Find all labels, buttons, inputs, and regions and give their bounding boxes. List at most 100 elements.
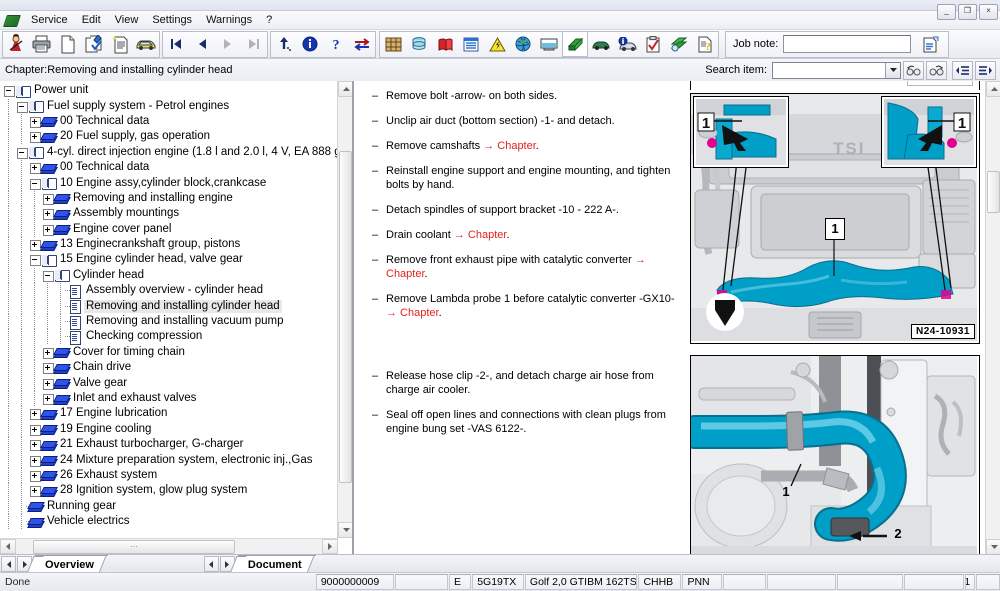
menu-item-help[interactable]: ? bbox=[259, 13, 279, 27]
tree-toggle-plus[interactable] bbox=[28, 406, 41, 421]
car-side-icon[interactable] bbox=[588, 31, 614, 57]
warning-triangle-icon[interactable] bbox=[484, 31, 510, 57]
tree-vertical-scrollbar[interactable] bbox=[337, 81, 352, 538]
green-book-icon[interactable] bbox=[562, 31, 588, 57]
vehicle-icon[interactable] bbox=[133, 31, 159, 57]
expand-all-icon[interactable] bbox=[975, 60, 996, 80]
tree-item[interactable]: 10 Engine assy,cylinder block,crankcase bbox=[0, 175, 338, 191]
menu-item-view[interactable]: View bbox=[108, 13, 146, 27]
previous-page-icon[interactable] bbox=[189, 31, 215, 57]
scroll-left-icon[interactable] bbox=[0, 539, 16, 554]
help-question-icon[interactable]: ? bbox=[323, 31, 349, 57]
red-book-icon[interactable] bbox=[432, 31, 458, 57]
document-vertical-scrollbar[interactable] bbox=[985, 81, 1000, 555]
document-help-icon[interactable]: ? bbox=[692, 31, 718, 57]
chapter-link[interactable]: → Chapter bbox=[483, 140, 536, 152]
info-icon[interactable] bbox=[297, 31, 323, 57]
car-info-icon[interactable] bbox=[614, 31, 640, 57]
tree-item[interactable]: 24 Mixture preparation system, electroni… bbox=[0, 452, 338, 468]
tree-item[interactable]: 28 Ignition system, glow plug system bbox=[0, 483, 338, 499]
search-input[interactable] bbox=[773, 62, 885, 78]
tree-item[interactable]: 00 Technical data bbox=[0, 113, 338, 129]
database-icon[interactable] bbox=[406, 31, 432, 57]
tree-item[interactable]: Removing and installing vacuum pump bbox=[0, 314, 338, 330]
scroll-up-icon[interactable] bbox=[338, 81, 352, 97]
search-backward-icon[interactable] bbox=[903, 60, 924, 80]
doc-scroll-thumb[interactable] bbox=[987, 171, 1000, 213]
globe-icon[interactable] bbox=[510, 31, 536, 57]
tree-toggle-plus[interactable] bbox=[28, 129, 41, 144]
chapter-link[interactable]: → Chapter bbox=[454, 229, 507, 241]
tree-item[interactable]: 20 Fuel supply, gas operation bbox=[0, 129, 338, 145]
green-layers-icon[interactable] bbox=[666, 31, 692, 57]
tree-scroll-thumb[interactable] bbox=[339, 151, 352, 483]
job-note-input[interactable] bbox=[783, 35, 912, 53]
doc-tab-prev-icon[interactable] bbox=[203, 556, 219, 572]
tree-item[interactable]: 00 Technical data bbox=[0, 160, 338, 176]
scroll-right-icon[interactable] bbox=[322, 539, 338, 554]
tree-toggle-plus[interactable] bbox=[28, 437, 41, 452]
menu-item-service[interactable]: Service bbox=[24, 13, 75, 27]
tree-item[interactable]: 4-cyl. direct injection engine (1.8 l an… bbox=[0, 144, 338, 160]
tree-item[interactable]: Power unit bbox=[0, 83, 338, 98]
tree-item[interactable]: Running gear bbox=[0, 498, 338, 514]
tree-toggle-plus[interactable] bbox=[41, 391, 54, 406]
tree-item[interactable]: 19 Engine cooling bbox=[0, 421, 338, 437]
search-combobox[interactable] bbox=[772, 61, 901, 79]
tree-item[interactable]: Cover for timing chain bbox=[0, 344, 338, 360]
next-page-icon[interactable] bbox=[215, 31, 241, 57]
last-page-icon[interactable] bbox=[241, 31, 267, 57]
new-document-icon[interactable] bbox=[55, 31, 81, 57]
tree-toggle-minus[interactable] bbox=[15, 99, 28, 114]
tree-toggle-minus[interactable] bbox=[41, 268, 54, 283]
tree-horizontal-scrollbar[interactable]: ⋯ bbox=[0, 538, 338, 554]
tree-item[interactable]: Cylinder head bbox=[0, 267, 338, 283]
close-button[interactable]: × bbox=[979, 4, 998, 20]
tree-toggle-plus[interactable] bbox=[28, 160, 41, 175]
clipboard-check-icon[interactable] bbox=[640, 31, 666, 57]
doc-scroll-down-icon[interactable] bbox=[986, 539, 1000, 555]
menu-item-edit[interactable]: Edit bbox=[75, 13, 108, 27]
scroll-down-icon[interactable] bbox=[338, 522, 352, 538]
document-list-icon[interactable] bbox=[107, 31, 133, 57]
tree-item[interactable]: Fuel supply system - Petrol engines bbox=[0, 98, 338, 114]
tree-item[interactable]: Assembly mountings bbox=[0, 206, 338, 222]
tree-item[interactable]: 13 Enginecrankshaft group, pistons bbox=[0, 237, 338, 253]
tree-item[interactable]: 15 Engine cylinder head, valve gear bbox=[0, 252, 338, 268]
print-icon[interactable] bbox=[29, 31, 55, 57]
swap-arrows-icon[interactable] bbox=[349, 31, 375, 57]
doc-scroll-up-icon[interactable] bbox=[986, 81, 1000, 97]
tree-hscroll-thumb[interactable]: ⋯ bbox=[33, 539, 235, 554]
tree-toggle-plus[interactable] bbox=[41, 360, 54, 375]
tree-item[interactable]: Checking compression bbox=[0, 329, 338, 345]
tree-toggle-minus[interactable] bbox=[28, 176, 41, 191]
figure-engine-bay[interactable]: TSI 1 1 1 N24-10931 bbox=[690, 93, 980, 344]
restore-button[interactable]: ❐ bbox=[958, 4, 977, 20]
edit-document-icon[interactable] bbox=[81, 31, 107, 57]
tree-toggle-minus[interactable] bbox=[28, 252, 41, 267]
menu-item-settings[interactable]: Settings bbox=[145, 13, 199, 27]
note-properties-icon[interactable] bbox=[918, 31, 944, 57]
tree-item[interactable]: Vehicle electrics bbox=[0, 514, 338, 530]
first-page-icon[interactable] bbox=[163, 31, 189, 57]
monitor-icon[interactable] bbox=[536, 31, 562, 57]
tab-prev-icon[interactable] bbox=[1, 556, 16, 572]
tab-overview[interactable]: Overview bbox=[35, 555, 108, 573]
tree-toggle-plus[interactable] bbox=[28, 483, 41, 498]
tree-item[interactable]: Chain drive bbox=[0, 360, 338, 376]
tree-toggle-minus[interactable] bbox=[15, 145, 28, 160]
list-lines-icon[interactable] bbox=[458, 31, 484, 57]
search-forward-icon[interactable] bbox=[926, 60, 947, 80]
chevron-down-icon[interactable] bbox=[885, 62, 900, 78]
tree-item[interactable]: Removing and installing cylinder head bbox=[0, 298, 338, 315]
figure-cut-off-top[interactable]: W00-11228 bbox=[690, 81, 980, 90]
grid-table-icon[interactable] bbox=[380, 31, 406, 57]
collapse-all-icon[interactable] bbox=[952, 60, 973, 80]
tree-item[interactable]: Engine cover panel bbox=[0, 221, 338, 237]
elsa-person-icon[interactable] bbox=[3, 31, 29, 57]
tab-document[interactable]: Document bbox=[237, 555, 316, 573]
tree-toggle-plus[interactable] bbox=[28, 237, 41, 252]
navigation-tree[interactable]: Power unit Fuel supply system - Petrol en… bbox=[0, 83, 338, 538]
tree-item[interactable]: 17 Engine lubrication bbox=[0, 406, 338, 422]
minimize-button[interactable]: _ bbox=[937, 4, 956, 20]
